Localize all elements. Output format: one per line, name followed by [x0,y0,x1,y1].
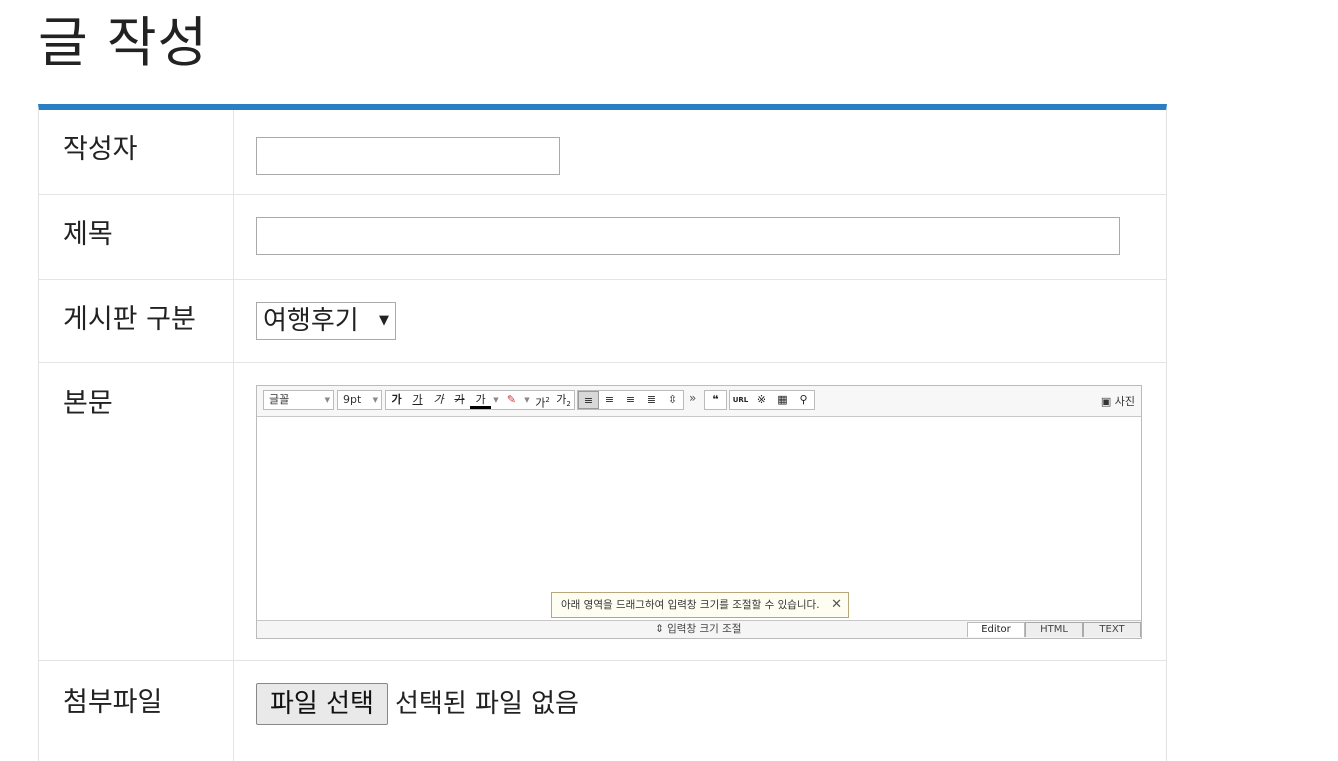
write-form: 작성자 제목 게시판 구분 여행후기 ▼ 본문 글꼴 ▼ 9pt ▼ 가 가 가… [38,104,1167,761]
highlight-color-icon[interactable]: ✎ [501,391,522,409]
chevron-down-icon[interactable]: ▼ [491,391,501,409]
attachment-label: 첨부파일 [39,661,234,761]
category-row: 게시판 구분 여행후기 ▼ [39,280,1166,363]
text-format-group: 가 가 가 가 가 ▼ ✎ ▼ 가2 가2 [385,390,575,410]
link-button[interactable]: URL [730,391,751,409]
special-char-icon[interactable]: ※ [751,391,772,409]
category-label: 게시판 구분 [39,280,234,362]
file-select-button[interactable]: 파일 선택 [256,683,388,725]
superscript-label: 가 [535,396,546,410]
italic-button[interactable]: 가 [428,391,449,409]
quote-icon[interactable]: ❝ [705,391,726,409]
resize-tooltip-text: 아래 영역을 드래그하여 입력창 크기를 조절할 수 있습니다. [561,599,820,611]
editor-content-area[interactable] [257,417,1141,621]
photo-label: 사진 [1114,395,1135,408]
page-title: 글 작성 [38,11,209,74]
font-color-button[interactable]: 가 [470,391,491,409]
rich-text-editor: 글꼴 ▼ 9pt ▼ 가 가 가 가 가 ▼ ✎ ▼ 가2 가2 ≡ ≡ ≡ ≣… [256,385,1142,639]
line-height-icon[interactable]: ⇳ [662,391,683,409]
font-family-value: 글꼴 [269,393,290,406]
more-tools-icon[interactable]: » [689,391,696,405]
subscript-button[interactable]: 가2 [553,391,574,409]
quote-group: ❝ [704,390,727,410]
font-size-select[interactable]: 9pt ▼ [337,390,382,410]
resize-label: ⇕ 입력창 크기 조절 [655,623,742,635]
body-row: 본문 글꼴 ▼ 9pt ▼ 가 가 가 가 가 ▼ ✎ ▼ 가2 가2 ≡ ≡ … [39,363,1166,661]
tab-html[interactable]: HTML [1025,622,1083,637]
category-selected-value: 여행후기 [263,306,359,336]
author-input[interactable] [256,137,560,175]
align-left-icon[interactable]: ≡ [578,391,599,409]
table-icon[interactable]: ▦ [772,391,793,409]
font-size-value: 9pt [343,393,362,406]
align-justify-icon[interactable]: ≣ [641,391,662,409]
subject-label: 제목 [39,195,234,279]
font-family-select[interactable]: 글꼴 ▼ [263,390,334,410]
chevron-down-icon[interactable]: ▼ [522,391,532,409]
attachment-row: 첨부파일 파일 선택 선택된 파일 없음 [39,661,1166,761]
dropdown-arrow-icon: ▼ [324,396,330,404]
subscript-label: 가 [556,393,567,406]
subject-row: 제목 [39,195,1166,280]
category-select[interactable]: 여행후기 ▼ [256,302,396,340]
strikethrough-button[interactable]: 가 [449,391,470,409]
body-label: 본문 [39,363,234,660]
author-label: 작성자 [39,110,234,194]
search-icon[interactable]: ⚲ [793,391,814,409]
tab-text[interactable]: TEXT [1083,622,1141,637]
resize-handle[interactable]: ⇕ 입력창 크기 조절 Editor HTML TEXT [257,620,1141,638]
align-right-icon[interactable]: ≡ [620,391,641,409]
tab-editor[interactable]: Editor [967,622,1025,637]
resize-tooltip: 아래 영역을 드래그하여 입력창 크기를 조절할 수 있습니다. ✕ [551,592,849,618]
editor-toolbar: 글꼴 ▼ 9pt ▼ 가 가 가 가 가 ▼ ✎ ▼ 가2 가2 ≡ ≡ ≡ ≣… [257,386,1141,417]
underline-button[interactable]: 가 [407,391,428,409]
dropdown-arrow-icon: ▼ [372,396,378,404]
bold-button[interactable]: 가 [386,391,407,409]
subject-input[interactable] [256,217,1120,255]
close-icon[interactable]: ✕ [831,593,842,617]
camera-icon: ▣ [1100,395,1112,408]
photo-button[interactable]: ▣ 사진 [1101,393,1135,409]
align-center-icon[interactable]: ≡ [599,391,620,409]
file-status-text: 선택된 파일 없음 [395,689,579,719]
insert-group: URL ※ ▦ ⚲ [729,390,815,410]
alignment-group: ≡ ≡ ≡ ≣ ⇳ [577,390,684,410]
superscript-button[interactable]: 가2 [532,391,553,410]
editor-mode-tabs: Editor HTML TEXT [967,622,1141,638]
author-row: 작성자 [39,110,1166,195]
dropdown-arrow-icon: ▼ [379,313,389,328]
